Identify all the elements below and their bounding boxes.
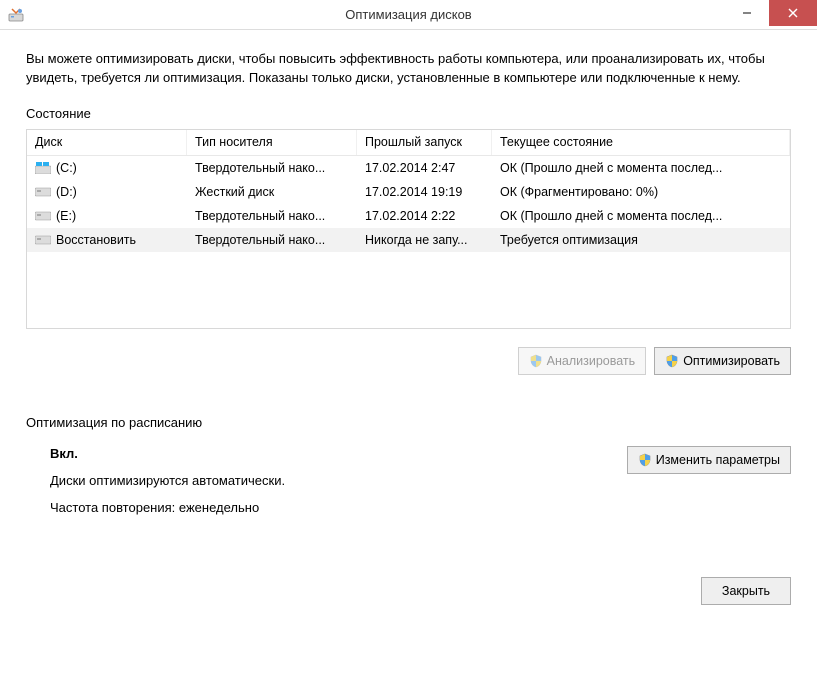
shield-icon — [638, 453, 652, 467]
minimize-button[interactable] — [724, 0, 769, 26]
window-controls — [724, 0, 817, 29]
disk-name: (D:) — [56, 185, 77, 199]
titlebar: Оптимизация дисков — [0, 0, 817, 30]
analyze-button[interactable]: Анализировать — [518, 347, 647, 375]
table-row[interactable]: (C:) Твердотельный нако...17.02.2014 2:47… — [27, 156, 790, 180]
window-title: Оптимизация дисков — [345, 7, 471, 22]
disk-name: (C:) — [56, 161, 77, 175]
column-header-status[interactable]: Текущее состояние — [492, 130, 790, 155]
drive-icon — [35, 234, 51, 246]
drive-icon — [35, 210, 51, 222]
cell-media-type: Твердотельный нако... — [187, 159, 357, 177]
column-header-disk[interactable]: Диск — [27, 130, 187, 155]
schedule-auto-text: Диски оптимизируются автоматически. — [50, 473, 285, 488]
cell-last-run: 17.02.2014 19:19 — [357, 183, 492, 201]
main-content: Вы можете оптимизировать диски, чтобы по… — [0, 30, 817, 621]
table-row[interactable]: (E:) Твердотельный нако...17.02.2014 2:22… — [27, 204, 790, 228]
schedule-body: Вкл. Диски оптимизируются автоматически.… — [26, 446, 791, 527]
schedule-frequency-text: Частота повторения: еженедельно — [50, 500, 285, 515]
cell-last-run: 17.02.2014 2:47 — [357, 159, 492, 177]
schedule-text: Вкл. Диски оптимизируются автоматически.… — [50, 446, 285, 527]
analyze-label: Анализировать — [547, 354, 636, 368]
column-header-type[interactable]: Тип носителя — [187, 130, 357, 155]
table-row[interactable]: Восстановить Твердотельный нако...Никогда… — [27, 228, 790, 252]
app-icon — [8, 7, 24, 23]
table-header: Диск Тип носителя Прошлый запуск Текущее… — [27, 130, 790, 156]
cell-media-type: Твердотельный нако... — [187, 231, 357, 249]
cell-status: ОК (Прошло дней с момента послед... — [492, 207, 790, 225]
disk-name: Восстановить — [56, 233, 136, 247]
close-window-button[interactable] — [769, 0, 817, 26]
cell-last-run: Никогда не запу... — [357, 231, 492, 249]
description-text: Вы можете оптимизировать диски, чтобы по… — [26, 50, 791, 88]
cell-status: Требуется оптимизация — [492, 231, 790, 249]
disk-table: Диск Тип носителя Прошлый запуск Текущее… — [26, 129, 791, 329]
optimize-label: Оптимизировать — [683, 354, 780, 368]
optimize-button[interactable]: Оптимизировать — [654, 347, 791, 375]
shield-icon — [529, 354, 543, 368]
schedule-section-label: Оптимизация по расписанию — [26, 415, 791, 430]
table-row[interactable]: (D:) Жесткий диск17.02.2014 19:19ОК (Фраг… — [27, 180, 790, 204]
status-section-label: Состояние — [26, 106, 791, 121]
schedule-section: Оптимизация по расписанию Вкл. Диски опт… — [26, 415, 791, 527]
cell-disk: (D:) — [27, 183, 187, 201]
footer: Закрыть — [26, 577, 791, 605]
shield-icon — [665, 354, 679, 368]
column-header-last-run[interactable]: Прошлый запуск — [357, 130, 492, 155]
table-body: (C:)Твердотельный нако...17.02.2014 2:47… — [27, 156, 790, 252]
action-buttons: Анализировать Оптимизировать — [26, 347, 791, 375]
cell-disk: (E:) — [27, 207, 187, 225]
cell-media-type: Твердотельный нако... — [187, 207, 357, 225]
cell-status: ОК (Фрагментировано: 0%) — [492, 183, 790, 201]
change-settings-label: Изменить параметры — [656, 453, 780, 467]
cell-last-run: 17.02.2014 2:22 — [357, 207, 492, 225]
schedule-on-label: Вкл. — [50, 446, 285, 461]
cell-disk: (C:) — [27, 159, 187, 177]
drive-icon — [35, 162, 51, 174]
close-button[interactable]: Закрыть — [701, 577, 791, 605]
disk-name: (E:) — [56, 209, 76, 223]
change-settings-button[interactable]: Изменить параметры — [627, 446, 791, 474]
drive-icon — [35, 186, 51, 198]
cell-media-type: Жесткий диск — [187, 183, 357, 201]
cell-status: ОК (Прошло дней с момента послед... — [492, 159, 790, 177]
cell-disk: Восстановить — [27, 231, 187, 249]
